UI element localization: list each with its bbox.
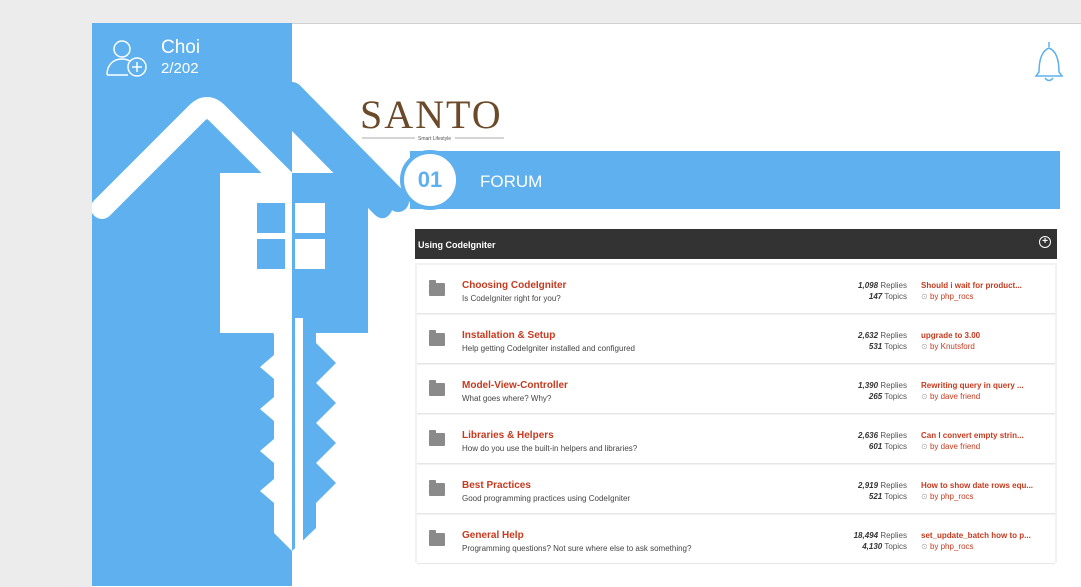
forum-stats: 1,390 Replies 265 Topics (858, 380, 907, 402)
forum-stats: 2,632 Replies 531 Topics (858, 330, 907, 352)
topics-count: 265 (868, 392, 883, 401)
bell-icon[interactable] (1034, 40, 1064, 84)
replies-label: Replies (880, 431, 907, 440)
forum-description: Programming questions? Not sure where el… (462, 544, 692, 553)
forum-row[interactable]: Installation & Setup Help getting CodeIg… (417, 315, 1055, 364)
forum-stats: 18,494 Replies 4,130 Topics (854, 530, 907, 552)
clock-icon: ⊙ (921, 542, 928, 551)
topics-count: 4,130 (862, 542, 883, 551)
last-post: Can I convert empty strin... ⊙ by dave f… (921, 430, 1024, 452)
forum-number: 01 (400, 150, 460, 210)
last-post-title[interactable]: Should i wait for product... (921, 280, 1022, 291)
last-post-author[interactable]: by php_rocs (930, 292, 974, 301)
topics-count: 531 (868, 342, 883, 351)
logo-text: SANTO (360, 94, 503, 137)
forum-title: FORUM (480, 172, 543, 191)
replies-label: Replies (880, 331, 907, 340)
folder-icon (429, 480, 445, 496)
last-post-author[interactable]: by php_rocs (930, 542, 974, 551)
forum-link[interactable]: Model-View-Controller (462, 380, 568, 391)
topics-label: Topics (884, 292, 907, 301)
topics-label: Topics (884, 442, 907, 451)
forum-link[interactable]: General Help (462, 530, 524, 541)
clock-icon: ⊙ (921, 392, 928, 401)
folder-icon (429, 530, 445, 546)
folder-icon (429, 430, 445, 446)
topics-count: 601 (868, 442, 883, 451)
replies-count: 2,636 (858, 431, 879, 440)
last-post: set_update_batch how to p... ⊙ by php_ro… (921, 530, 1031, 552)
topics-label: Topics (884, 342, 907, 351)
forum-list: Choosing CodeIgniter Is CodeIgniter righ… (415, 263, 1057, 564)
last-post-author[interactable]: by dave friend (930, 392, 980, 401)
logo-mark: SANTO Smart Lifestyle (360, 92, 504, 142)
clock-icon: ⊙ (921, 342, 928, 351)
topics-count: 147 (868, 292, 883, 301)
last-post-title[interactable]: Can I convert empty strin... (921, 430, 1024, 441)
forum-row[interactable]: General Help Programming questions? Not … (417, 515, 1055, 564)
last-post-title[interactable]: Rewriting query in query ... (921, 380, 1024, 391)
santo-logo: SANTO Smart Lifestyle (360, 92, 510, 149)
folder-icon (429, 330, 445, 346)
forum-row[interactable]: Best Practices Good programming practice… (417, 465, 1055, 514)
last-post-author[interactable]: by Knutsford (930, 342, 975, 351)
replies-count: 2,919 (858, 481, 879, 490)
forum-row[interactable]: Choosing CodeIgniter Is CodeIgniter righ… (417, 265, 1055, 314)
last-post-title[interactable]: set_update_batch how to p... (921, 530, 1031, 541)
topics-label: Topics (884, 392, 907, 401)
clock-icon: ⊙ (921, 292, 928, 301)
last-post-title[interactable]: upgrade to 3.00 (921, 330, 980, 341)
topics-count: 521 (868, 492, 883, 501)
replies-label: Replies (880, 281, 907, 290)
replies-label: Replies (880, 481, 907, 490)
replies-count: 18,494 (853, 531, 879, 540)
folder-icon (429, 280, 445, 296)
forum-stats: 2,919 Replies 521 Topics (858, 480, 907, 502)
category-header: Using CodeIgniter + (415, 229, 1057, 259)
forum-link[interactable]: Best Practices (462, 480, 531, 491)
topics-label: Topics (884, 542, 907, 551)
last-post-title[interactable]: How to show date rows equ... (921, 480, 1033, 491)
clock-icon: ⊙ (921, 492, 928, 501)
last-post-author[interactable]: by dave friend (930, 442, 980, 451)
forum-description: What goes where? Why? (462, 394, 552, 403)
topics-label: Topics (884, 492, 907, 501)
replies-label: Replies (880, 381, 907, 390)
plus-circle-icon[interactable]: + (1039, 236, 1051, 248)
forum-stats: 1,098 Replies 147 Topics (858, 280, 907, 302)
clock-icon: ⊙ (921, 442, 928, 451)
category-title: Using CodeIgniter (418, 240, 496, 250)
forum-link[interactable]: Installation & Setup (462, 330, 555, 341)
forum-row[interactable]: Libraries & Helpers How do you use the b… (417, 415, 1055, 464)
folder-icon (429, 380, 445, 396)
forum-row[interactable]: Model-View-Controller What goes where? W… (417, 365, 1055, 414)
forum-link[interactable]: Choosing CodeIgniter (462, 280, 566, 291)
forum-description: Good programming practices using CodeIgn… (462, 494, 631, 503)
last-post: Rewriting query in query ... ⊙ by dave f… (921, 380, 1024, 402)
last-post: Should i wait for product... ⊙ by php_ro… (921, 280, 1022, 302)
forum-description: How do you use the built-in helpers and … (462, 444, 638, 453)
replies-count: 1,098 (858, 281, 879, 290)
replies-label: Replies (880, 531, 907, 540)
forum-description: Is CodeIgniter right for you? (462, 294, 561, 303)
forum-link[interactable]: Libraries & Helpers (462, 430, 554, 441)
last-post: How to show date rows equ... ⊙ by php_ro… (921, 480, 1033, 502)
logo-tagline: Smart Lifestyle (418, 136, 451, 142)
replies-count: 2,632 (858, 331, 879, 340)
last-post-author[interactable]: by php_rocs (930, 492, 974, 501)
last-post: upgrade to 3.00 ⊙ by Knutsford (921, 330, 980, 352)
replies-count: 1,390 (858, 381, 879, 390)
forum-stats: 2,636 Replies 601 Topics (858, 430, 907, 452)
forum-description: Help getting CodeIgniter installed and c… (462, 344, 636, 353)
